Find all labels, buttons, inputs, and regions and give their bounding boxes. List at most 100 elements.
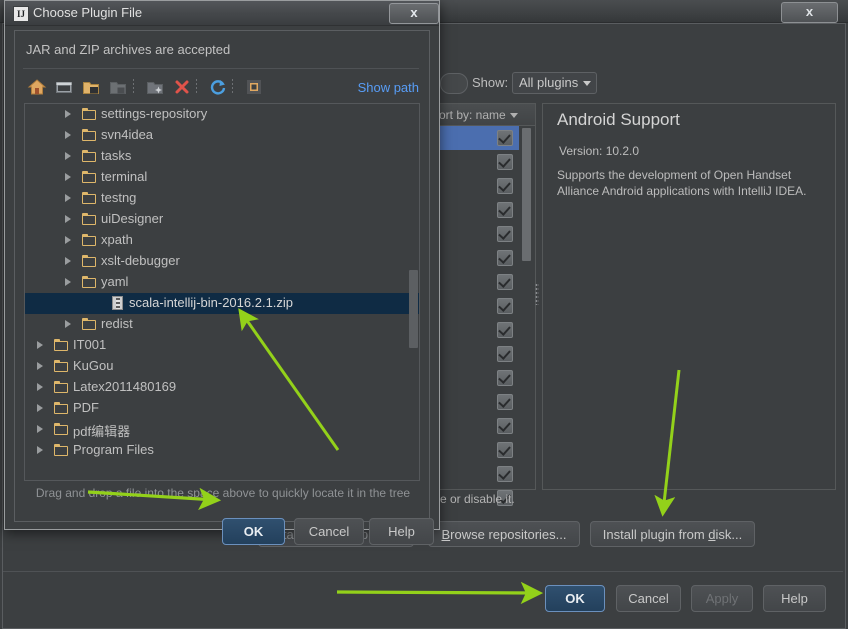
plugin-list-row[interactable] — [437, 318, 519, 342]
dialog-ok-button[interactable]: OK — [222, 518, 285, 545]
file-tree-row[interactable]: KuGou — [25, 356, 419, 377]
plugin-list-row[interactable] — [437, 342, 519, 366]
file-tree-row[interactable]: IT001 — [25, 335, 419, 356]
folder-icon — [82, 150, 96, 162]
help-button[interactable]: Help — [763, 585, 826, 612]
expand-triangle-icon[interactable] — [65, 152, 71, 160]
plugin-list-row[interactable] — [437, 126, 519, 150]
file-tree-row[interactable]: uiDesigner — [25, 209, 419, 230]
show-path-link[interactable]: Show path — [358, 80, 419, 95]
expand-triangle-icon[interactable] — [65, 320, 71, 328]
home-icon[interactable] — [27, 77, 47, 97]
plugin-list-row[interactable] — [437, 246, 519, 270]
file-tree-row[interactable]: xpath — [25, 230, 419, 251]
desktop-icon[interactable] — [54, 77, 74, 97]
file-tree-row[interactable]: tasks — [25, 146, 419, 167]
new-folder-icon[interactable] — [145, 77, 165, 97]
plugin-enabled-checkbox[interactable] — [497, 394, 513, 410]
plugin-list-row[interactable] — [437, 294, 519, 318]
plugin-enabled-checkbox[interactable] — [497, 442, 513, 458]
file-tree-row[interactable]: yaml — [25, 272, 419, 293]
expand-triangle-icon[interactable] — [65, 257, 71, 265]
file-tree-row[interactable]: settings-repository — [25, 104, 419, 125]
expand-triangle-icon[interactable] — [65, 236, 71, 244]
install-plugin-from-disk-button[interactable]: Install plugin from disk... — [590, 521, 755, 547]
apply-button[interactable]: Apply — [691, 585, 753, 612]
cancel-button[interactable]: Cancel — [616, 585, 681, 612]
file-tree-row[interactable]: xslt-debugger — [25, 251, 419, 272]
expand-triangle-icon[interactable] — [65, 131, 71, 139]
expand-triangle-icon[interactable] — [65, 173, 71, 181]
expand-triangle-icon[interactable] — [65, 278, 71, 286]
file-tree-row[interactable]: PDF — [25, 398, 419, 419]
plugin-list-row[interactable] — [437, 270, 519, 294]
plugin-list[interactable]: ort by: name — [437, 103, 536, 490]
show-plugins-dropdown-value: All plugins — [519, 75, 578, 90]
plugin-enabled-checkbox[interactable] — [497, 322, 513, 338]
plugin-enabled-checkbox[interactable] — [497, 418, 513, 434]
plugin-enabled-checkbox[interactable] — [497, 154, 513, 170]
plugin-enabled-checkbox[interactable] — [497, 274, 513, 290]
zip-file-icon — [112, 296, 123, 310]
expand-triangle-icon[interactable] — [37, 425, 43, 433]
search-input[interactable] — [440, 73, 468, 94]
plugin-list-row[interactable] — [437, 366, 519, 390]
expand-triangle-icon[interactable] — [37, 446, 43, 454]
folder-icon — [82, 108, 96, 120]
folder-up-icon[interactable] — [108, 77, 128, 97]
file-tree-row[interactable]: terminal — [25, 167, 419, 188]
splitter-handle[interactable] — [535, 283, 539, 305]
plugin-enabled-checkbox[interactable] — [497, 178, 513, 194]
dialog-titlebar: IJ Choose Plugin File x — [5, 1, 439, 26]
close-icon[interactable]: x — [389, 3, 439, 24]
browse-repositories-button[interactable]: Browse repositories... — [428, 521, 580, 547]
plugin-list-row[interactable] — [437, 438, 519, 462]
plugin-enabled-checkbox[interactable] — [497, 346, 513, 362]
close-icon[interactable]: x — [781, 2, 838, 23]
plugin-list-scrollbar-thumb[interactable] — [522, 128, 531, 261]
plugin-list-row[interactable] — [437, 222, 519, 246]
expand-triangle-icon[interactable] — [65, 110, 71, 118]
file-tree-scrollbar-thumb[interactable] — [409, 270, 418, 348]
expand-triangle-icon[interactable] — [65, 194, 71, 202]
folder-icon — [82, 171, 96, 183]
expand-triangle-icon[interactable] — [37, 383, 43, 391]
plugin-list-row[interactable] — [437, 414, 519, 438]
plugin-list-row[interactable] — [437, 150, 519, 174]
plugin-list-row[interactable] — [437, 462, 519, 486]
open-folder-icon[interactable] — [81, 77, 101, 97]
ok-button[interactable]: OK — [545, 585, 605, 612]
file-tree-row[interactable]: scala-intellij-bin-2016.2.1.zip — [25, 293, 419, 314]
expand-triangle-icon[interactable] — [37, 362, 43, 370]
dialog-help-button[interactable]: Help — [369, 518, 434, 545]
hidden-files-icon[interactable] — [244, 77, 264, 97]
sort-by-header[interactable]: ort by: name — [437, 104, 535, 126]
plugin-enabled-checkbox[interactable] — [497, 370, 513, 386]
expand-triangle-icon[interactable] — [37, 341, 43, 349]
plugin-list-row[interactable] — [437, 198, 519, 222]
file-tree-row[interactable]: redist — [25, 314, 419, 335]
file-tree-row[interactable]: testng — [25, 188, 419, 209]
refresh-icon[interactable] — [208, 77, 228, 97]
file-tree-row[interactable]: pdf编辑器 — [25, 419, 419, 440]
expand-triangle-icon[interactable] — [37, 404, 43, 412]
plugin-list-row[interactable] — [437, 174, 519, 198]
plugin-enabled-checkbox[interactable] — [497, 250, 513, 266]
plugin-list-row[interactable] — [437, 390, 519, 414]
dialog-cancel-button[interactable]: Cancel — [294, 518, 364, 545]
folder-icon — [82, 255, 96, 267]
expand-triangle-icon[interactable] — [65, 215, 71, 223]
plugin-enabled-checkbox[interactable] — [497, 226, 513, 242]
file-tree[interactable]: settings-repository svn4ideatasksterminal… — [24, 103, 420, 481]
plugin-enabled-checkbox[interactable] — [497, 130, 513, 146]
plugin-enabled-checkbox[interactable] — [497, 298, 513, 314]
file-tree-row[interactable]: Program Files — [25, 440, 419, 461]
plugin-enabled-checkbox[interactable] — [497, 466, 513, 482]
file-tree-label: settings-repository — [101, 106, 207, 121]
file-tree-row[interactable]: Latex2011480169 — [25, 377, 419, 398]
plugin-enabled-checkbox[interactable] — [497, 202, 513, 218]
file-tree-row[interactable]: svn4idea — [25, 125, 419, 146]
file-tree-label: pdf编辑器 — [73, 421, 130, 440]
delete-icon[interactable] — [172, 77, 192, 97]
show-plugins-dropdown[interactable]: All plugins — [512, 72, 597, 94]
